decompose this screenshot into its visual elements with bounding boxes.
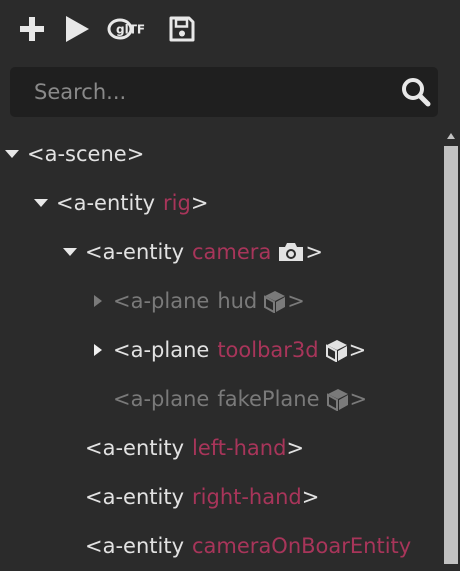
- tree-node-hud[interactable]: <a-plane hud >: [0, 281, 440, 321]
- entity-name: cameraOnBoarEntity: [192, 534, 412, 558]
- caret-down-icon: [34, 199, 48, 207]
- entity-name: rig: [163, 191, 191, 215]
- tree-node-cameraonboarentity[interactable]: <a-entity cameraOnBoarEntity: [0, 526, 440, 566]
- caret-right-icon: [94, 344, 102, 356]
- export-gltf-button[interactable]: glTF: [106, 12, 152, 46]
- tag-close: >: [349, 387, 368, 411]
- cube-icon: [263, 289, 287, 313]
- cube-icon: [326, 387, 350, 411]
- gltf-icon: glTF: [107, 18, 145, 40]
- search-box: [10, 67, 438, 117]
- tag-close: >: [287, 289, 305, 313]
- tree-node-right-hand[interactable]: <a-entity right-hand >: [0, 477, 440, 517]
- tag-open: <a-plane: [113, 289, 210, 313]
- tag-open: <a-plane: [113, 338, 210, 362]
- tree-node-camera[interactable]: <a-entity camera >: [0, 232, 440, 272]
- tree-node-fakeplane[interactable]: <a-plane fakePlane >: [0, 379, 440, 419]
- tree-scrollbar[interactable]: [442, 128, 460, 571]
- caret-right-icon: [94, 295, 102, 307]
- toolbar: glTF: [0, 0, 460, 58]
- entity-name: left-hand: [192, 436, 287, 460]
- collapse-toggle[interactable]: [61, 232, 79, 272]
- tree-node-rig[interactable]: <a-entity rig >: [0, 183, 440, 223]
- camera-icon: [277, 241, 305, 263]
- plus-icon: [20, 17, 44, 41]
- tag-open: <a-entity: [85, 534, 185, 558]
- tag-open: <a-scene: [27, 142, 127, 166]
- tag-close: >: [190, 191, 209, 215]
- save-icon: [169, 16, 195, 42]
- tag-open: <a-entity: [85, 485, 185, 509]
- scroll-thumb[interactable]: [444, 146, 458, 564]
- collapse-toggle[interactable]: [32, 183, 50, 223]
- caret-down-icon: [5, 150, 19, 158]
- tag-open: <a-entity: [56, 191, 156, 215]
- save-button[interactable]: [166, 12, 198, 46]
- cube-icon: [325, 338, 349, 362]
- play-icon: [66, 16, 89, 42]
- tag-open: <a-entity: [85, 240, 185, 264]
- tag-close: >: [348, 338, 367, 362]
- tag-close: >: [305, 240, 323, 264]
- collapse-toggle[interactable]: [3, 134, 21, 174]
- entity-name: right-hand: [192, 485, 302, 509]
- tag-open: <a-plane: [113, 387, 210, 411]
- add-entity-button[interactable]: [16, 12, 48, 46]
- tree-node-scene[interactable]: <a-scene >: [0, 134, 440, 174]
- tag-close: >: [301, 485, 320, 509]
- search-input[interactable]: [10, 67, 380, 117]
- scene-graph-tree: <a-scene > <a-entity rig > <a-entity camera …: [0, 128, 440, 571]
- entity-name: fakePlane: [217, 387, 320, 411]
- entity-name: hud: [217, 289, 258, 313]
- play-button[interactable]: [62, 12, 92, 46]
- tag-close: >: [286, 436, 305, 460]
- tree-node-toolbar3d[interactable]: <a-plane toolbar3d >: [0, 330, 440, 370]
- search-icon[interactable]: [400, 76, 432, 108]
- expand-toggle[interactable]: [89, 281, 107, 321]
- entity-name: camera: [192, 240, 272, 264]
- tag-open: <a-entity: [85, 436, 185, 460]
- entity-name: toolbar3d: [217, 338, 319, 362]
- tag-close: >: [126, 142, 145, 166]
- gltf-label: glTF: [116, 23, 145, 37]
- scroll-up-arrow-icon[interactable]: [446, 132, 456, 140]
- tree-node-left-hand[interactable]: <a-entity left-hand >: [0, 428, 440, 468]
- caret-down-icon: [63, 248, 77, 256]
- expand-toggle[interactable]: [89, 330, 107, 370]
